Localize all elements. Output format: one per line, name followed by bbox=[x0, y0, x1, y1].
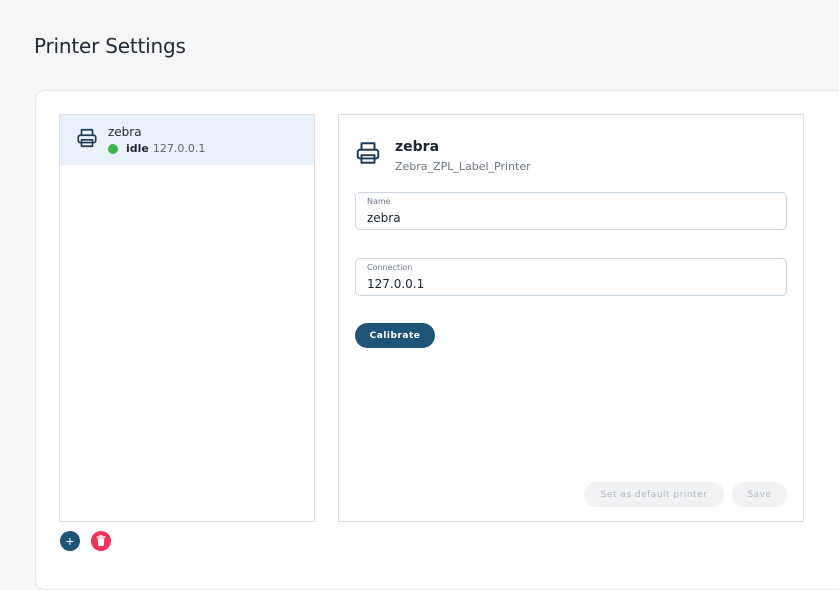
printer-list: zebra idle 127.0.0.1 bbox=[59, 114, 315, 522]
printer-icon bbox=[76, 127, 98, 149]
status-dot bbox=[108, 143, 118, 154]
printer-status: idle bbox=[126, 142, 149, 155]
detail-header: zebra Zebra_ZPL_Label_Printer bbox=[355, 139, 531, 173]
name-input[interactable] bbox=[367, 211, 775, 225]
name-field[interactable]: Name bbox=[355, 192, 787, 230]
name-field-label: Name bbox=[367, 197, 391, 206]
save-button[interactable]: Save bbox=[732, 482, 787, 507]
printer-list-name: zebra bbox=[108, 125, 142, 139]
detail-printer-name: zebra bbox=[395, 139, 440, 155]
connection-field-label: Connection bbox=[367, 263, 413, 272]
set-default-printer-button[interactable]: Set as default printer bbox=[584, 482, 724, 507]
trash-icon bbox=[96, 534, 106, 549]
connection-field[interactable]: Connection bbox=[355, 258, 787, 296]
printer-icon bbox=[355, 140, 381, 166]
plus-icon: + bbox=[65, 533, 75, 549]
calibrate-button[interactable]: Calibrate bbox=[355, 323, 435, 348]
printer-detail-panel: zebra Zebra_ZPL_Label_Printer Name Conne… bbox=[338, 114, 804, 522]
delete-printer-button[interactable] bbox=[91, 531, 111, 551]
detail-printer-model: Zebra_ZPL_Label_Printer bbox=[395, 160, 531, 173]
page-title: Printer Settings bbox=[34, 34, 186, 58]
connection-input[interactable] bbox=[367, 277, 775, 291]
printer-ip: 127.0.0.1 bbox=[152, 142, 206, 155]
printer-list-item[interactable]: zebra idle 127.0.0.1 bbox=[60, 115, 314, 165]
add-printer-button[interactable]: + bbox=[60, 531, 80, 551]
